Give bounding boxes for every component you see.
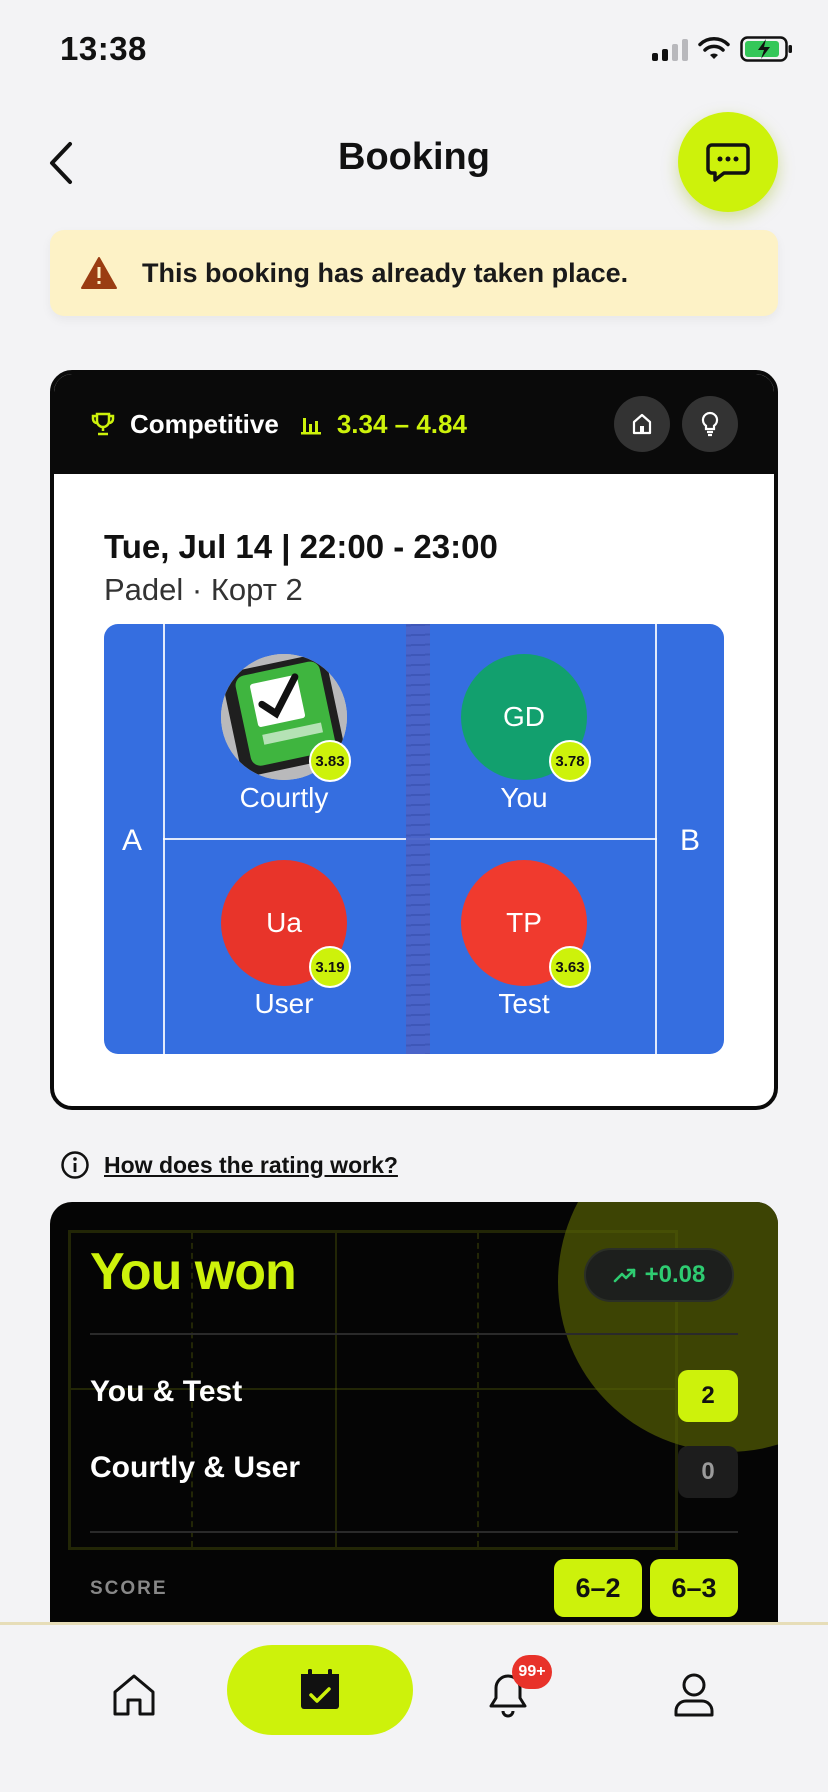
tab-bookings[interactable] [227, 1645, 413, 1735]
home-icon [113, 1674, 155, 1716]
result-headline: You won [90, 1243, 297, 1301]
booking-card: Competitive 3.34 – 4.84 Tue, Jul 14 | 22… [50, 370, 778, 1110]
tab-profile[interactable] [654, 1655, 734, 1735]
trend-up-icon [613, 1268, 635, 1283]
set-score: 6–2 [554, 1559, 642, 1617]
team-name: Courtly & User [90, 1451, 301, 1484]
booking-date-time: Tue, Jul 14 | 22:00 - 23:00 [104, 528, 498, 565]
score-label: SCORE [90, 1578, 168, 1599]
player-name: You [500, 782, 548, 813]
divider [90, 1531, 738, 1533]
booking-place: Padel · Корт 2 [104, 572, 303, 607]
player-slot[interactable]: Ua 3.19 User [219, 860, 351, 1020]
rating-bars-icon [300, 418, 321, 435]
player-rating: 3.78 [549, 740, 591, 782]
battery-charging-icon [740, 36, 792, 62]
status-time: 13:38 [60, 30, 147, 67]
rating-change-badge: +0.08 [584, 1248, 734, 1302]
chat-button[interactable] [678, 112, 778, 212]
player-slot[interactable]: TP 3.63 Test [459, 860, 591, 1020]
cellular-signal-icon [652, 37, 688, 61]
player-name: Test [498, 988, 550, 1019]
avatar-initials: TP [506, 907, 542, 938]
trophy-icon [91, 412, 115, 436]
bottom-tab-bar: 99+ [0, 1622, 828, 1792]
player-rating: 3.83 [309, 740, 351, 782]
avatar-initials: GD [503, 701, 545, 732]
side-b-label: B [680, 824, 701, 857]
avatar: Ua 3.19 [221, 860, 351, 988]
chat-icon [706, 143, 750, 182]
calendar-check-icon [301, 1669, 339, 1709]
team-score-winner: 2 [678, 1370, 738, 1422]
notifications-badge: 99+ [512, 1655, 552, 1689]
home-venue-icon [632, 413, 652, 435]
player-rating: 3.63 [549, 946, 591, 988]
player-name: Courtly [239, 782, 329, 813]
past-booking-alert: This booking has already taken place. [50, 230, 778, 316]
tab-home[interactable] [94, 1655, 174, 1735]
status-bar: 13:38 [0, 0, 828, 100]
wifi-icon [698, 37, 730, 59]
team-name: You & Test [90, 1375, 243, 1408]
status-icons [652, 36, 794, 62]
avatar: TP 3.63 [461, 860, 591, 988]
booking-card-header: Competitive 3.34 – 4.84 [54, 374, 774, 474]
match-type: Competitive [130, 408, 279, 439]
lightbulb-icon [701, 411, 719, 437]
venue-button[interactable] [614, 396, 670, 452]
player-rating: 3.19 [309, 946, 351, 988]
rating-change-value: +0.08 [644, 1261, 706, 1288]
player-slot[interactable]: GD 3.78 You [459, 654, 591, 814]
avatar: GD 3.78 [461, 654, 591, 782]
side-a-label: A [122, 824, 143, 857]
profile-icon [674, 1673, 714, 1717]
header: Booking [0, 100, 828, 220]
set-score: 6–3 [650, 1559, 738, 1617]
avatar-initials: Ua [266, 907, 302, 938]
player-slot[interactable]: 3.83 Courtly [219, 654, 351, 814]
tips-button[interactable] [682, 396, 738, 452]
player-name: User [254, 988, 314, 1019]
info-icon [61, 1151, 89, 1179]
divider [90, 1333, 738, 1335]
tab-notifications[interactable]: 99+ [468, 1655, 552, 1735]
padel-court: A B 3.83 Courtly GD 3.78 You Ua 3.19 Use… [104, 624, 724, 1054]
team-score-loser: 0 [678, 1446, 738, 1498]
rating-info-link[interactable]: How does the rating work? [104, 1152, 398, 1179]
rating-info-row[interactable]: How does the rating work? [60, 1150, 398, 1180]
warning-icon [81, 257, 117, 289]
avatar: 3.83 [221, 654, 351, 782]
rating-range: 3.34 – 4.84 [336, 408, 467, 439]
alert-text: This booking has already taken place. [142, 257, 629, 288]
court-net [406, 624, 430, 1054]
